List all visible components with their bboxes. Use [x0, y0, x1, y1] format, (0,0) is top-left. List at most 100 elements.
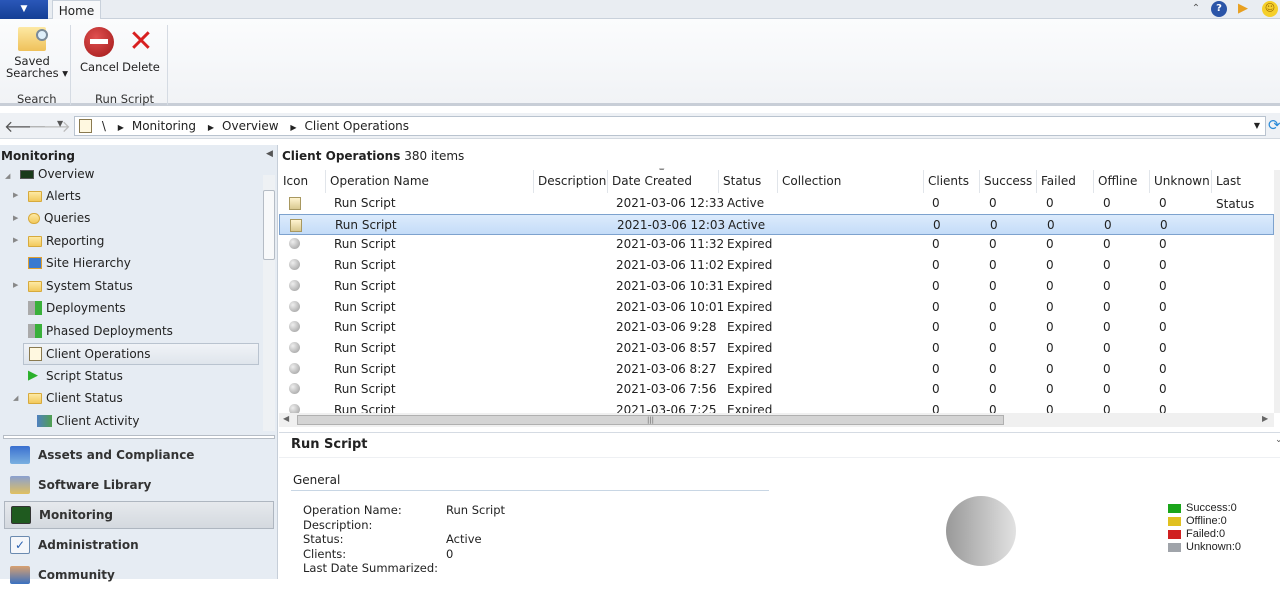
expired-status-icon	[289, 383, 300, 395]
field-value: 0	[446, 546, 454, 561]
workspace-administration[interactable]: ✓ Administration	[4, 531, 274, 559]
workspace-assets-and-compliance[interactable]: Assets and Compliance	[4, 441, 274, 469]
cell-success: 0	[990, 217, 998, 232]
collapse-ribbon-icon[interactable]: ⌃	[1188, 1, 1204, 17]
software-library-icon	[10, 476, 30, 494]
nav-title: Monitoring	[1, 149, 75, 163]
expired-status-icon	[289, 259, 300, 271]
cell-name: Run Script	[335, 217, 397, 232]
cell-clients: 0	[932, 382, 940, 397]
table-row[interactable]: Run Script 2021-03-06 8:27 Expired 0 0 0 0 0	[279, 359, 1274, 380]
breadcrumb-client-operations[interactable]: Client Operations	[305, 119, 410, 133]
tree-item-system-status[interactable]: System Status	[28, 276, 133, 296]
delete-button[interactable]: ✕ Delete	[122, 27, 160, 74]
column-header-icon[interactable]: Icon	[279, 170, 326, 193]
table-row[interactable]: Run Script 2021-03-06 10:31 Expired 0 0 0 0 0	[279, 276, 1274, 297]
field-label: Clients:	[303, 546, 347, 561]
tree-item-overview[interactable]: Overview	[20, 167, 95, 184]
column-header-description[interactable]: Description	[534, 170, 608, 193]
tree-item-alerts[interactable]: Alerts	[28, 186, 81, 206]
table-row[interactable]: Run Script 2021-03-06 12:33 Active 0 0 0 0 0	[279, 193, 1274, 214]
folder-icon	[28, 190, 42, 202]
column-header-success[interactable]: Success	[980, 170, 1037, 193]
workspace-label: Software Library	[38, 478, 152, 492]
breadcrumb-root[interactable]: \	[102, 119, 106, 133]
table-row[interactable]: Run Script 2021-03-06 9:28 Expired 0 0 0 0 0	[279, 317, 1274, 338]
notification-bell-icon[interactable]: ▶	[1235, 1, 1251, 17]
cell-status: Expired	[727, 299, 773, 314]
tree-item-client-status[interactable]: Client Status	[28, 388, 123, 408]
tree-item-queries[interactable]: Queries	[28, 208, 90, 228]
cell-date: 2021-03-06 12:33	[616, 196, 725, 210]
cell-clients: 0	[932, 340, 940, 355]
folder-icon	[28, 280, 42, 292]
ribbon-tabbar: ▼ Home ⌃ ? ▶ ☺	[0, 0, 1280, 20]
table-row[interactable]: Run Script 2021-03-06 10:01 Expired 0 0 0 0 0	[279, 297, 1274, 318]
column-header-date-created[interactable]: Date Created	[608, 170, 719, 193]
vertical-scrollbar[interactable]	[1274, 170, 1280, 413]
tree-item-reporting[interactable]: Reporting	[28, 231, 104, 251]
column-header-unknown[interactable]: Unknown	[1150, 170, 1212, 193]
table-row[interactable]: Run Script 2021-03-06 12:03 Active 0 0 0 0 0	[279, 213, 1274, 235]
breadcrumb[interactable]: \ ▶ Monitoring ▶ Overview ▶ Client Operatio…	[74, 116, 1266, 136]
monitor-icon	[20, 169, 34, 179]
app-menu-button[interactable]: ▼	[0, 0, 48, 19]
cell-clients: 0	[932, 320, 940, 335]
cell-offline: 0	[1103, 299, 1111, 314]
saved-searches-button[interactable]: Saved Searches ▾	[6, 27, 68, 79]
field-value: Active	[446, 532, 482, 546]
tree-item-script-status[interactable]: ▶ Script Status	[28, 366, 123, 386]
horizontal-scrollbar[interactable]: ◀ ||| ▶	[279, 413, 1274, 427]
table-row[interactable]: Run Script 2021-03-06 8:57 Expired 0 0 0 0 0	[279, 338, 1274, 359]
cell-name: Run Script	[334, 361, 396, 376]
tree-item-site-hierarchy[interactable]: Site Hierarchy	[28, 253, 131, 273]
workspace-label: Administration	[38, 538, 139, 552]
table-row[interactable]: Run Script 2021-03-06 7:56 Expired 0 0 0 0 0	[279, 379, 1274, 400]
tree-item-deployments[interactable]: Deployments	[28, 298, 126, 318]
site-hierarchy-icon	[28, 257, 42, 269]
client-activity-icon	[37, 415, 52, 427]
column-header-status[interactable]: Status	[719, 170, 778, 193]
cell-date: 2021-03-06 8:27	[616, 361, 717, 376]
deployment-icon	[28, 301, 42, 315]
legend-item: Unknown:0	[1168, 541, 1241, 553]
address-dropdown-icon[interactable]: ▼	[1254, 117, 1260, 135]
column-header-clients[interactable]: Clients	[924, 170, 980, 193]
workspace-community[interactable]: Community	[4, 561, 274, 589]
tree-item-phased-deployments[interactable]: Phased Deployments	[28, 321, 173, 341]
table-row[interactable]: Run Script 2021-03-06 11:32 Expired 0 0 0 0 0	[279, 234, 1274, 255]
collapse-details-icon[interactable]: ⌄	[1275, 435, 1280, 445]
breadcrumb-monitoring[interactable]: Monitoring	[132, 119, 196, 133]
field-label: Description:	[303, 517, 373, 532]
tree-item-client-operations[interactable]: Client Operations	[23, 343, 259, 365]
column-header-failed[interactable]: Failed	[1037, 170, 1094, 193]
tree-label: Overview	[38, 167, 95, 181]
column-header-operation-name[interactable]: Operation Name	[326, 170, 534, 193]
cell-name: Run Script	[334, 320, 396, 335]
cell-offline: 0	[1104, 217, 1112, 232]
cell-clients: 0	[932, 278, 940, 293]
tree-label: Reporting	[46, 234, 105, 248]
feedback-smiley-icon[interactable]: ☺	[1262, 1, 1278, 17]
nav-scrollbar[interactable]	[263, 175, 275, 431]
folder-icon	[28, 392, 42, 404]
legend-label: Success:0	[1186, 502, 1237, 514]
refresh-icon[interactable]: ⟳	[1268, 116, 1280, 134]
column-header-offline[interactable]: Offline	[1094, 170, 1150, 193]
pane-splitter[interactable]	[3, 435, 275, 439]
cell-unknown: 0	[1160, 217, 1168, 232]
tab-home[interactable]: Home	[52, 0, 101, 20]
workspace-software-library[interactable]: Software Library	[4, 471, 274, 499]
column-header-collection[interactable]: Collection	[778, 170, 924, 193]
legend-swatch	[1168, 529, 1181, 539]
history-dropdown-icon[interactable]: ▼	[57, 119, 63, 128]
collapse-pane-icon[interactable]: ◀	[266, 149, 273, 159]
workspace-monitoring[interactable]: Monitoring	[4, 501, 274, 529]
forward-arrow-icon[interactable]: 🡒	[28, 116, 71, 136]
cancel-button[interactable]: Cancel	[80, 27, 119, 73]
breadcrumb-overview[interactable]: Overview	[222, 119, 279, 133]
help-icon[interactable]: ?	[1211, 1, 1227, 17]
column-header-last-status[interactable]: Last Status	[1212, 170, 1275, 211]
table-row[interactable]: Run Script 2021-03-06 11:02 Expired 0 0 0 0 0	[279, 255, 1274, 276]
tree-item-client-activity[interactable]: Client Activity	[37, 411, 139, 431]
